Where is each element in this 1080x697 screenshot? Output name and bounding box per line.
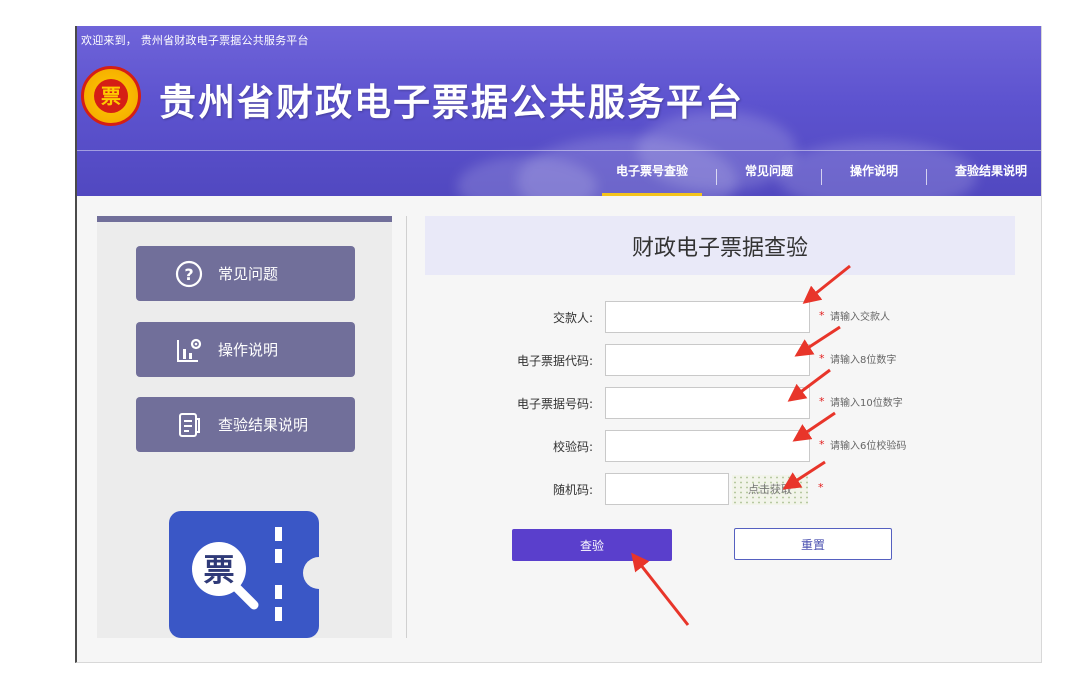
captcha-image[interactable]: 点击获取 [732, 475, 808, 505]
welcome-text: 欢迎来到， 贵州省财政电子票据公共服务平台 [81, 34, 309, 47]
question-circle-icon: ? [172, 257, 206, 291]
reset-button[interactable]: 重置 [734, 528, 892, 560]
check-code-row: 校验码: * 请输入6位校验码 [425, 430, 1025, 464]
svg-text:?: ? [184, 265, 193, 284]
nav-item-result-explanation[interactable]: 查验结果说明 [941, 158, 1041, 196]
form-title: 财政电子票据查验 [425, 216, 1015, 275]
nav-separator [820, 169, 822, 185]
ticket-number-row: 电子票据号码: * 请输入10位数字 [425, 387, 1025, 421]
ticket-logo-char: 票 [204, 553, 235, 589]
sidebar-top-bar [97, 216, 392, 222]
ticket-code-label: 电子票据代码: [516, 354, 593, 368]
query-button[interactable]: 查验 [512, 529, 672, 561]
required-mark: * [818, 481, 824, 494]
vertical-divider [406, 216, 407, 638]
sidebar: ? 常见问题 操作说明 查验结果说明 票 [97, 216, 392, 638]
site-title: 贵州省财政电子票据公共服务平台 [159, 81, 744, 124]
page-frame: 欢迎来到， 贵州省财政电子票据公共服务平台 票 贵州省财政电子票据公共服务平台 … [75, 26, 1042, 663]
sidebar-item-label: 查验结果说明 [218, 416, 309, 434]
sidebar-item-instructions[interactable]: 操作说明 [136, 322, 355, 377]
check-code-hint: 请输入6位校验码 [830, 441, 907, 452]
captcha-input[interactable] [605, 473, 729, 505]
nav-separator [715, 169, 717, 185]
payer-label: 交款人: [552, 311, 593, 325]
nav-item-ticket-check[interactable]: 电子票号查验 [601, 158, 702, 196]
nav-item-faq[interactable]: 常见问题 [731, 158, 807, 196]
ticket-number-label: 电子票据号码: [516, 397, 593, 411]
document-icon [172, 408, 206, 442]
ticket-code-row: 电子票据代码: * 请输入8位数字 [425, 344, 1025, 378]
ticket-number-input[interactable] [605, 387, 810, 419]
nav-divider [77, 150, 1041, 151]
check-code-label: 校验码: [552, 440, 593, 454]
ticket-number-hint: 请输入10位数字 [830, 398, 903, 409]
chart-gear-icon [172, 333, 206, 367]
sidebar-item-label: 操作说明 [218, 341, 279, 359]
required-mark: * [819, 438, 825, 451]
nav-separator [925, 169, 927, 185]
top-nav: 电子票号查验 常见问题 操作说明 查验结果说明 [601, 158, 1041, 196]
ticket-search-logo: 票 [169, 511, 335, 638]
sidebar-item-label: 常见问题 [218, 265, 279, 283]
payer-hint: 请输入交款人 [830, 312, 890, 323]
sidebar-item-faq[interactable]: ? 常见问题 [136, 246, 355, 301]
sidebar-item-result-explanation[interactable]: 查验结果说明 [136, 397, 355, 452]
emblem-logo-text: 票 [94, 79, 128, 113]
payer-row: 交款人: * 请输入交款人 [425, 301, 1025, 335]
payer-input[interactable] [605, 301, 810, 333]
required-mark: * [819, 395, 825, 408]
check-code-input[interactable] [605, 430, 810, 462]
captcha-row: 随机码: 点击获取 * [425, 473, 1025, 507]
nav-item-instructions[interactable]: 操作说明 [836, 158, 912, 196]
header-banner: 欢迎来到， 贵州省财政电子票据公共服务平台 票 贵州省财政电子票据公共服务平台 … [77, 26, 1041, 196]
ticket-code-input[interactable] [605, 344, 810, 376]
required-mark: * [819, 352, 825, 365]
ticket-code-hint: 请输入8位数字 [830, 355, 897, 366]
emblem-logo: 票 [81, 66, 141, 126]
required-mark: * [819, 309, 825, 322]
captcha-label: 随机码: [552, 483, 593, 497]
